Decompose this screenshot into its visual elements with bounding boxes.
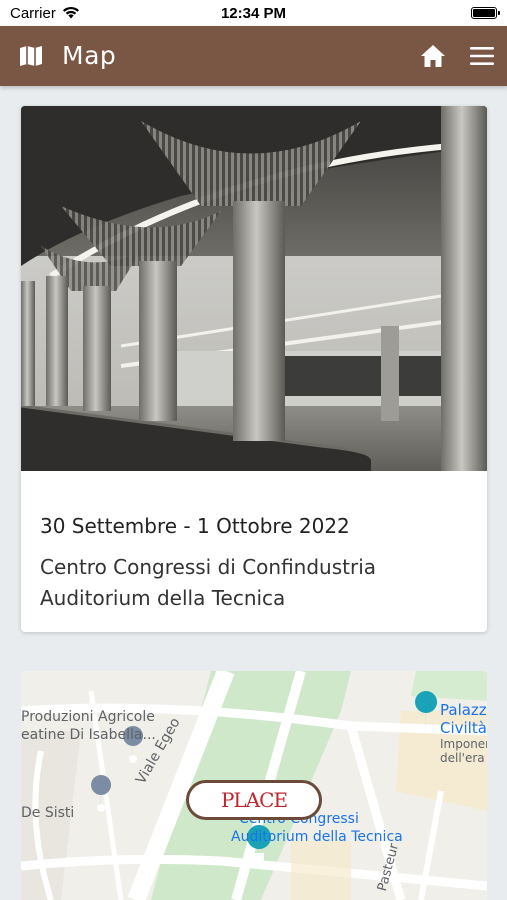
map-label: Produzioni Agricole xyxy=(21,709,155,725)
logo-text: PLACE xyxy=(220,788,288,812)
event-card[interactable]: 30 Settembre - 1 Ottobre 2022 Centro Con… xyxy=(21,106,487,632)
clock: 12:34 PM xyxy=(220,5,287,22)
page-title: Map xyxy=(62,41,117,70)
venue-photo xyxy=(21,106,487,471)
map-label: De Sisti xyxy=(21,805,75,821)
map-label: Palazz xyxy=(440,701,487,719)
map-label: Auditorium della Tecnica xyxy=(231,829,403,845)
place-logo-marker[interactable]: PLACE xyxy=(186,780,322,820)
battery-icon xyxy=(471,7,500,19)
map-icon xyxy=(20,46,42,66)
map-label: eatine Di Isabella... xyxy=(21,727,156,743)
map-label: dell'era xyxy=(440,751,485,765)
event-date: 30 Settembre - 1 Ottobre 2022 xyxy=(40,514,350,538)
venue-line-2: Auditorium della Tecnica xyxy=(40,586,286,610)
map-view[interactable]: Produzioni Agricole eatine Di Isabella..… xyxy=(21,671,487,900)
event-venue: Centro Congressi di Confindustria Audito… xyxy=(40,552,470,614)
map-label: Civiltà xyxy=(440,719,487,737)
home-icon[interactable] xyxy=(420,43,446,69)
status-bar: Carrier 12:34 PM xyxy=(0,0,507,26)
map-label: Imponer xyxy=(440,737,487,751)
top-navbar: Map xyxy=(0,26,507,86)
venue-line-1: Centro Congressi di Confindustria xyxy=(40,555,377,579)
menu-icon[interactable] xyxy=(470,45,494,67)
